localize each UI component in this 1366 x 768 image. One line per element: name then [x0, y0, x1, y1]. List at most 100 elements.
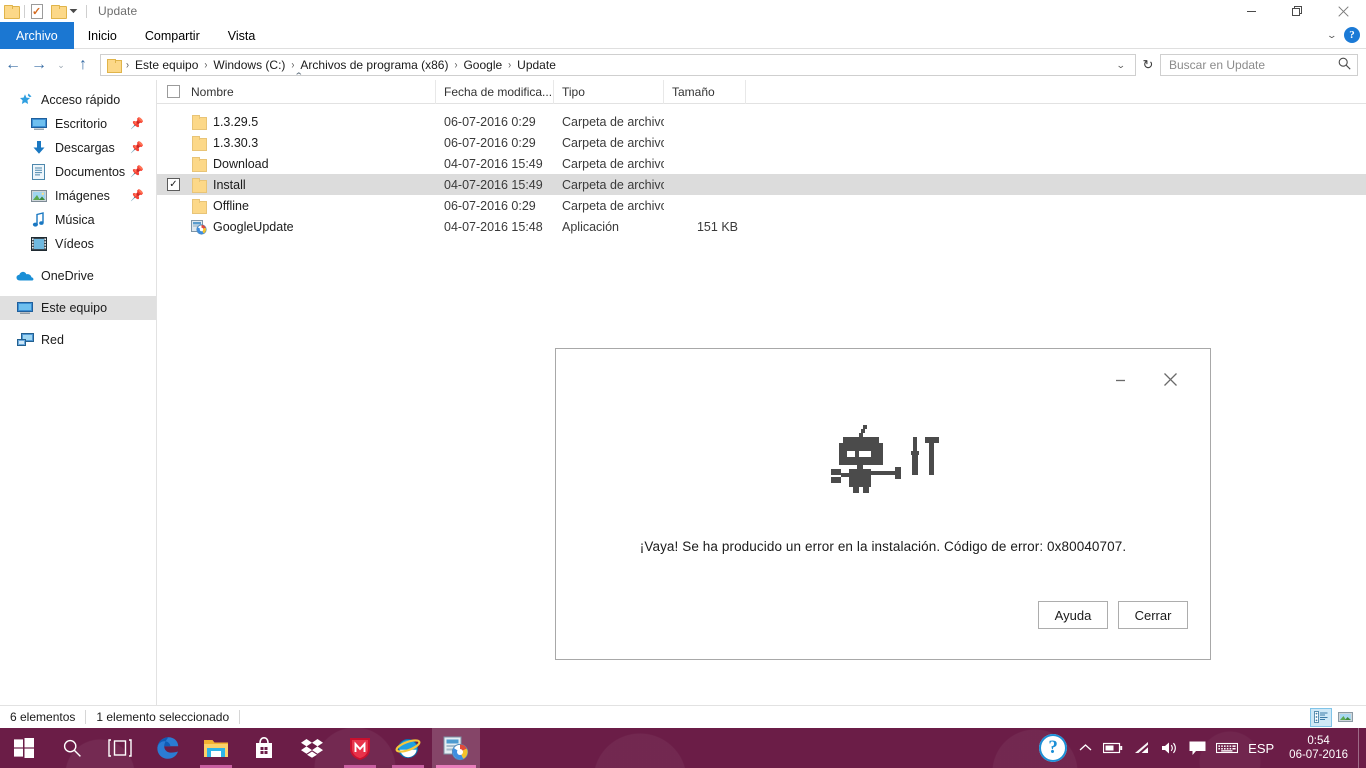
table-row-selected[interactable]: ✓ Install 04-07-2016 15:49 Carpeta de ar… — [157, 174, 1366, 195]
tab-compartir[interactable]: Compartir — [131, 22, 214, 49]
row-checkbox[interactable] — [157, 195, 183, 216]
row-checkbox[interactable] — [157, 153, 183, 174]
close-icon[interactable] — [1320, 0, 1366, 22]
table-row[interactable]: 1.3.30.3 06-07-2016 0:29 Carpeta de arch… — [157, 132, 1366, 153]
wifi-icon[interactable] — [1128, 728, 1156, 768]
tab-inicio[interactable]: Inicio — [74, 22, 131, 49]
row-checkbox[interactable]: ✓ — [157, 174, 183, 195]
breadcrumb-dropdown-icon[interactable]: ⌄ — [1109, 60, 1134, 71]
row-checkbox[interactable] — [157, 111, 183, 132]
taskbar-app-google-update[interactable] — [432, 728, 480, 768]
dialog-minimize-icon[interactable] — [1100, 365, 1140, 393]
tray-help-icon[interactable]: ? — [1034, 728, 1072, 768]
keyboard-icon[interactable] — [1211, 728, 1243, 768]
row-name-label: Install — [213, 177, 246, 192]
table-row[interactable]: 1.3.29.5 06-07-2016 0:29 Carpeta de arch… — [157, 111, 1366, 132]
tray-chevron-up-icon[interactable] — [1072, 728, 1098, 768]
sidebar-item-onedrive[interactable]: OneDrive — [0, 264, 156, 288]
toolbar-divider-2 — [85, 4, 87, 18]
sidebar-item-descargas[interactable]: Descargas 📌 — [0, 136, 156, 160]
clock[interactable]: 0:54 06-07-2016 — [1279, 728, 1358, 768]
dialog-close-icon[interactable] — [1150, 365, 1190, 393]
action-center-icon[interactable] — [1184, 728, 1211, 768]
minimize-icon[interactable] — [1228, 0, 1274, 22]
search-icon[interactable] — [1338, 57, 1351, 73]
sidebar-item-documentos[interactable]: Documentos 📌 — [0, 160, 156, 184]
search-icon[interactable] — [48, 728, 96, 768]
volume-icon[interactable] — [1156, 728, 1184, 768]
table-row[interactable]: GoogleUpdate 04-07-2016 15:48 Aplicación… — [157, 216, 1366, 237]
clock-date: 06-07-2016 — [1289, 749, 1348, 761]
select-all-checkbox[interactable] — [157, 80, 183, 104]
taskbar-app-dropbox[interactable] — [288, 728, 336, 768]
tab-vista[interactable]: Vista — [214, 22, 270, 49]
sidebar-item-este-equipo[interactable]: Este equipo — [0, 296, 156, 320]
row-name-label: 1.3.29.5 — [213, 114, 259, 129]
sidebar-item-musica[interactable]: Música — [0, 208, 156, 232]
help-icon[interactable]: ? — [1344, 27, 1360, 43]
customize-caret-icon[interactable]: ▼ — [67, 8, 80, 15]
sidebar-item-label: Red — [41, 333, 64, 347]
breadcrumb-item-update[interactable]: Update — [513, 57, 560, 73]
properties-checkmark-icon[interactable]: ✓ — [30, 4, 43, 19]
row-type: Carpeta de archivos — [562, 198, 664, 213]
pin-icon[interactable]: 📌 — [130, 141, 144, 154]
toolbar-divider — [24, 4, 25, 18]
table-row[interactable]: Download 04-07-2016 15:49 Carpeta de arc… — [157, 153, 1366, 174]
sidebar-item-escritorio[interactable]: Escritorio 📌 — [0, 112, 156, 136]
search-input[interactable] — [1167, 57, 1338, 73]
large-icons-view-button[interactable] — [1334, 708, 1356, 727]
column-header-tipo[interactable]: Tipo — [554, 79, 664, 104]
back-button[interactable]: ← — [0, 52, 26, 78]
item-count-label: 6 elementos — [10, 710, 76, 724]
tab-archivo[interactable]: Archivo — [0, 22, 74, 49]
chevron-down-icon[interactable]: ⌄ — [1327, 30, 1338, 41]
taskbar: ? ESP 0:54 06-07-2016 — [0, 728, 1366, 768]
help-button[interactable]: Ayuda — [1038, 601, 1108, 629]
table-row[interactable]: Offline 06-07-2016 0:29 Carpeta de archi… — [157, 195, 1366, 216]
breadcrumb[interactable]: › Este equipo › Windows (C:) › Archivos … — [100, 54, 1136, 76]
row-checkbox[interactable] — [157, 216, 183, 237]
forward-button[interactable]: → — [26, 52, 52, 78]
taskbar-app-file-explorer[interactable] — [192, 728, 240, 768]
start-button[interactable] — [0, 728, 48, 768]
sidebar-item-red[interactable]: Red — [0, 328, 156, 352]
taskbar-app-internet-explorer[interactable] — [384, 728, 432, 768]
sidebar-item-imagenes[interactable]: Imágenes 📌 — [0, 184, 156, 208]
column-header-nombre[interactable]: Nombre — [183, 79, 436, 104]
recent-locations-button[interactable]: ⌄ — [52, 52, 70, 78]
row-size — [664, 153, 746, 174]
details-view-button[interactable] — [1310, 707, 1332, 727]
show-desktop-button[interactable] — [1358, 728, 1366, 768]
pin-star-icon — [16, 92, 34, 108]
task-view-icon[interactable] — [96, 728, 144, 768]
taskbar-app-microsoft-edge[interactable] — [144, 728, 192, 768]
breadcrumb-item-windows-c[interactable]: Windows (C:) — [209, 57, 289, 73]
row-name-label: 1.3.30.3 — [213, 135, 259, 150]
sidebar-item-videos[interactable]: Vídeos — [0, 232, 156, 256]
pin-icon[interactable]: 📌 — [130, 189, 144, 202]
refresh-button[interactable]: ↻ — [1136, 54, 1160, 76]
close-button[interactable]: Cerrar — [1118, 601, 1188, 629]
search-box[interactable] — [1160, 54, 1358, 76]
maximize-icon[interactable] — [1274, 0, 1320, 22]
pin-icon[interactable]: 📌 — [130, 165, 144, 178]
selection-label: 1 elemento seleccionado — [96, 710, 230, 724]
sidebar-item-acceso-rapido[interactable]: Acceso rápido — [0, 88, 156, 112]
column-header-fecha[interactable]: Fecha de modifica... — [436, 79, 554, 104]
sidebar-item-label: Música — [55, 213, 95, 227]
column-header-tamano[interactable]: Tamaño — [664, 79, 746, 104]
up-button[interactable]: ↑ — [70, 52, 96, 78]
row-checkbox[interactable] — [157, 132, 183, 153]
breadcrumb-item-este-equipo[interactable]: Este equipo — [131, 57, 202, 73]
checkbox-checked-icon[interactable]: ✓ — [167, 178, 180, 191]
pin-icon[interactable]: 📌 — [130, 117, 144, 130]
folder-icon[interactable] — [4, 4, 20, 19]
battery-icon[interactable] — [1098, 728, 1128, 768]
taskbar-app-mcafee[interactable] — [336, 728, 384, 768]
breadcrumb-item-archivos-de-programa[interactable]: Archivos de programa (x86) — [296, 57, 452, 73]
new-folder-icon[interactable] — [51, 4, 67, 19]
taskbar-app-microsoft-store[interactable] — [240, 728, 288, 768]
breadcrumb-item-google[interactable]: Google — [459, 57, 506, 73]
language-indicator[interactable]: ESP — [1243, 728, 1279, 768]
